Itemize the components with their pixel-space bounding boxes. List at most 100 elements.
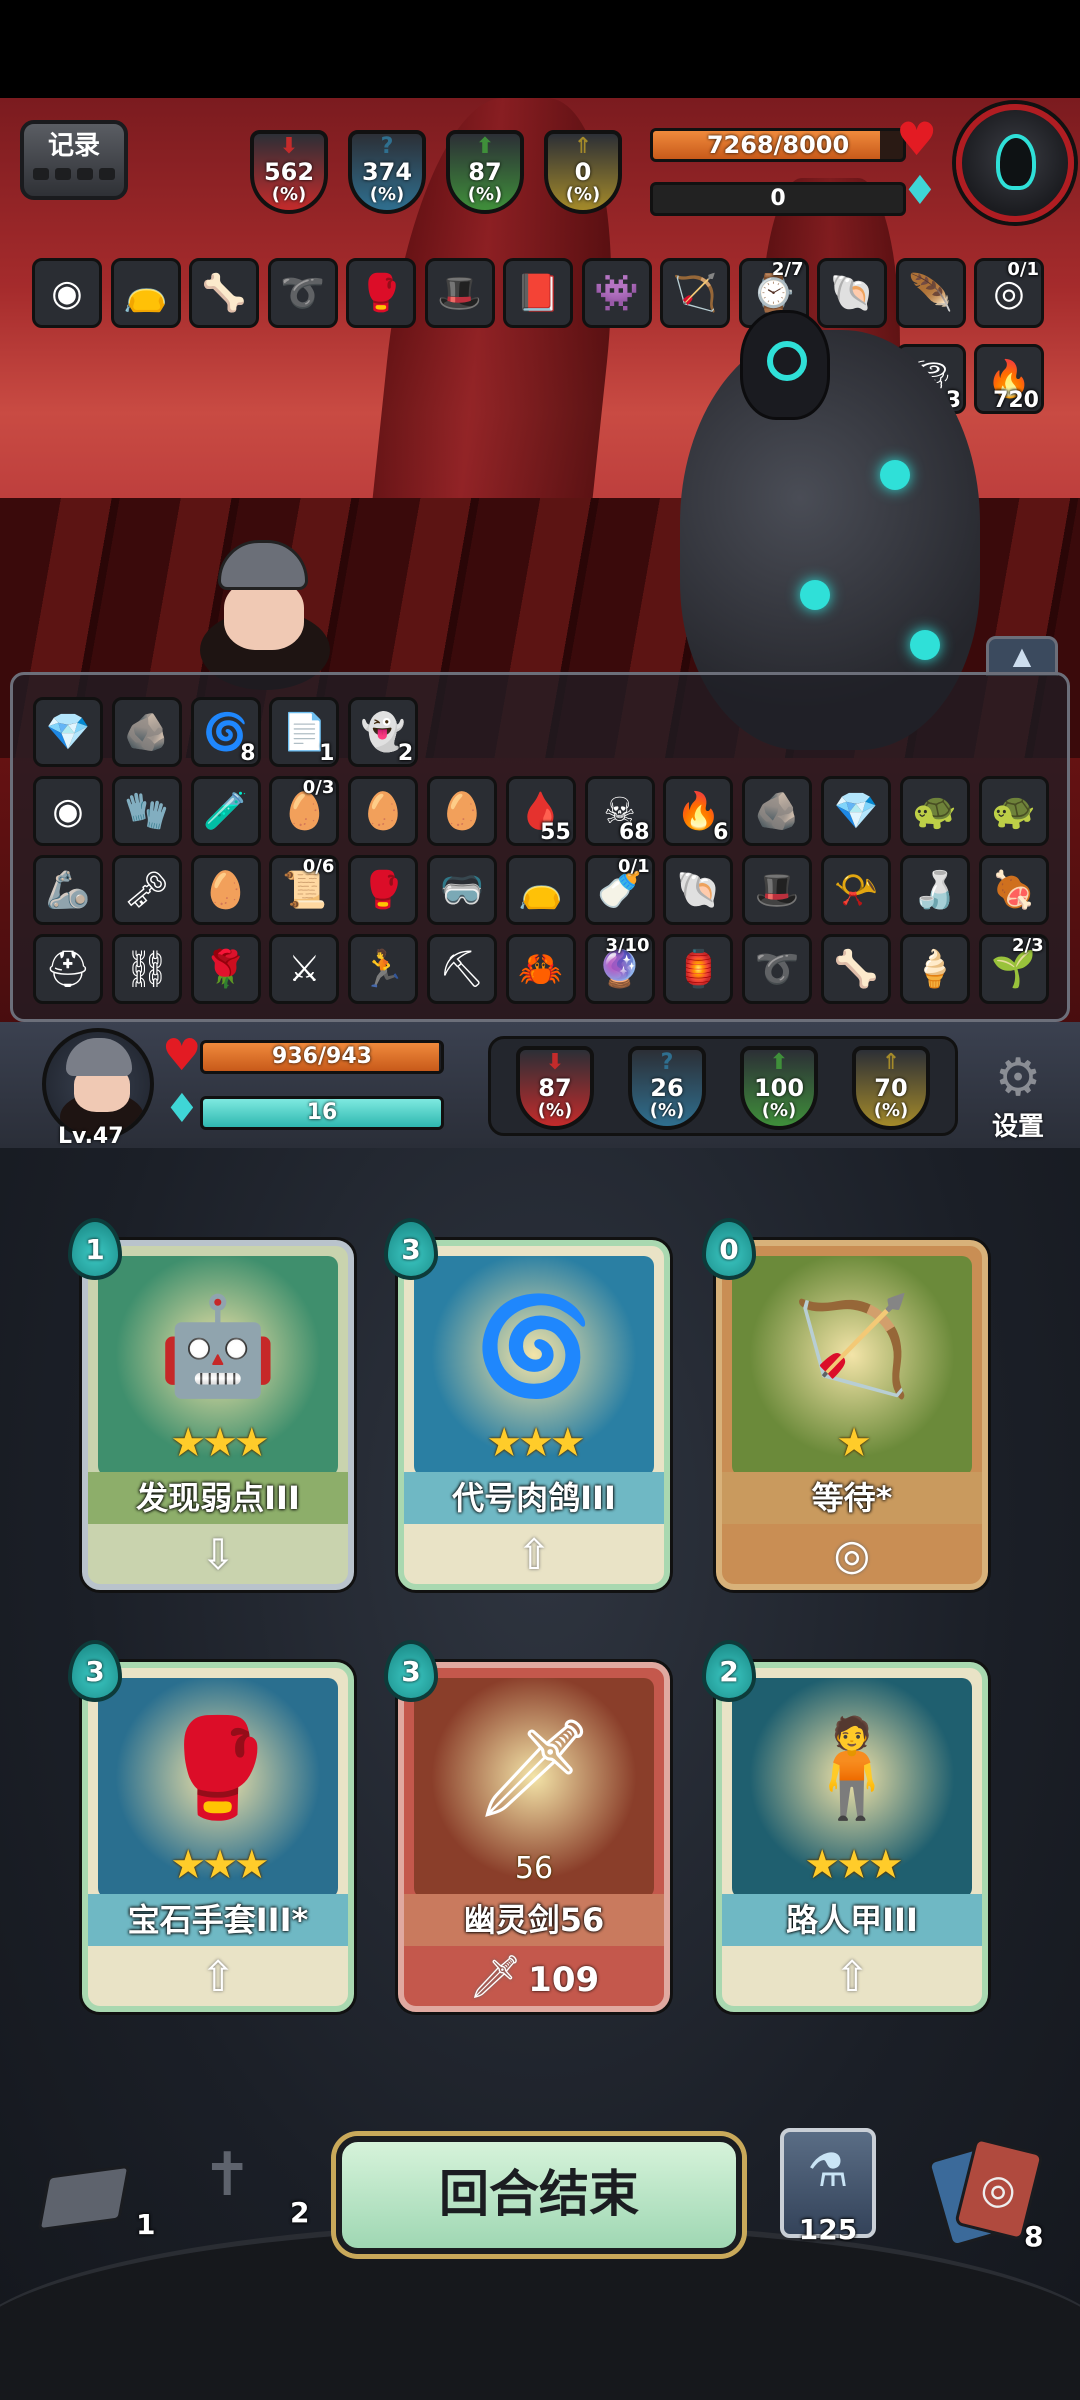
spiked-shell-slot[interactable]: 🐚 (817, 258, 887, 328)
player-stat-1[interactable]: ? 26 (%) (628, 1046, 706, 1130)
claw-slot[interactable]: 🩸 55 (505, 776, 576, 846)
paper-slot[interactable]: 📄 1 (269, 697, 340, 767)
pouch-slot[interactable]: 👝 (505, 855, 576, 925)
card-type: ⇧ (722, 1948, 982, 2006)
striped-egg-slot[interactable]: 🥚 (348, 776, 419, 846)
card-type: ⇩ (88, 1526, 348, 1584)
star-label: 56 (514, 1851, 554, 1886)
chain-skill-icon: ⛓ (123, 949, 170, 990)
chain-skill-slot[interactable]: ⛓ (111, 934, 182, 1004)
burn-slot[interactable]: 🔥 6 (663, 776, 734, 846)
card[interactable]: 🗡 56 幽灵剑56 🗡 109 (398, 1662, 670, 2012)
card[interactable]: 🧍 ★★★ 路人甲III ⇧ (716, 1662, 988, 2012)
purple-orb-slot[interactable]: ◉ (32, 258, 102, 328)
enemy-shield-text: 0 (770, 186, 786, 211)
pickaxe-skill-icon: ⛏ (439, 949, 485, 990)
pacifier-slot[interactable]: 🍼 0/1 (584, 855, 655, 925)
card-type: ⇧ (404, 1526, 664, 1584)
draw-pile-button[interactable]: 1 (37, 2160, 155, 2241)
hat-slot[interactable]: 🎩 (424, 258, 495, 328)
goggles-slot[interactable]: 🥽 (427, 855, 497, 925)
blue-potion-slot[interactable]: 🧪 (190, 776, 261, 846)
poison-skull-slot[interactable]: ☠ 68 (584, 776, 655, 846)
enemy-stat-0[interactable]: ⬇ 562 (%) (250, 130, 328, 214)
red-scroll-slot[interactable]: 📜 0/6 (269, 855, 340, 925)
slot-count: 6 (713, 820, 729, 845)
enemy-eye-icon (996, 134, 1036, 190)
record-button[interactable]: 记录 (20, 120, 128, 200)
red-creature-slot[interactable]: 👾 (581, 258, 652, 328)
card-type-icon: ⇧ (516, 1530, 552, 1579)
hat-slot[interactable]: 🎩 (742, 855, 813, 925)
rainbow-egg-slot[interactable]: 🥚 (427, 776, 497, 846)
rose-skill-slot[interactable]: 🌹 (190, 934, 261, 1004)
plant-slot[interactable]: 🌱 2/3 (978, 934, 1049, 1004)
amethyst-slot[interactable]: 🔮 3/10 (584, 934, 655, 1004)
player-stat-3[interactable]: ⇑ 70 (%) (852, 1046, 930, 1130)
crystal-slot[interactable]: 💎 (821, 776, 891, 846)
potion-deck-button[interactable]: ⚗ 125 (780, 2128, 876, 2246)
ghost-mask-slot[interactable]: 👻 2 (348, 697, 419, 767)
settings-button[interactable]: ⚙ 设置 (978, 1048, 1058, 1142)
meat-slot[interactable]: 🍖 (978, 855, 1049, 925)
star-rating: ★★★ (170, 1842, 270, 1888)
enemy-stat-2[interactable]: ⬆ 87 (%) (446, 130, 524, 214)
green-shell-slot[interactable]: 🐢 (978, 776, 1049, 846)
spiral-slot[interactable]: 🌀8 (190, 697, 261, 767)
purple-orb-slot[interactable]: ◉ (33, 776, 103, 846)
bone-slot[interactable]: 🦴 (189, 258, 259, 328)
end-turn-button[interactable]: 回合结束 (336, 2136, 742, 2254)
teal-eye-slot[interactable]: ◎ 0/1 (974, 258, 1044, 328)
potion-bottle-icon: ⚗ (807, 2143, 849, 2197)
feather-slot[interactable]: 🪶 (895, 258, 966, 328)
potion-bottle-slot[interactable]: 🍶 (899, 855, 970, 925)
slot-progress: 0/3 (302, 777, 335, 798)
pouch-slot[interactable]: 👝 (110, 258, 181, 328)
fire-slot[interactable]: 🔥 720 (974, 344, 1044, 414)
green-egg-slot[interactable]: 🥚 (190, 855, 261, 925)
runner-skill-slot[interactable]: 🏃 (348, 934, 419, 1004)
crossed-swords-skill-slot[interactable]: ⚔ (269, 934, 340, 1004)
gauntlet-slot[interactable]: 🦾 (33, 855, 103, 925)
red-egg-slot[interactable]: 🥚 0/3 (269, 776, 340, 846)
graveyard-button[interactable]: ✝ 2 (196, 2140, 309, 2240)
crystal-slot[interactable]: 💎 (33, 697, 103, 767)
stat-unit: (%) (649, 1100, 685, 1121)
card[interactable]: 🥊 ★★★ 宝石手套III* ⇧ (82, 1662, 354, 2012)
enemy-portrait[interactable] (956, 104, 1074, 222)
stat-unit: (%) (873, 1100, 909, 1121)
stone-tablet-slot[interactable]: 🪨 (111, 697, 182, 767)
slot-count: 8 (240, 741, 256, 766)
lantern-slot[interactable]: 🏮 (663, 934, 734, 1004)
stone-tablet-slot[interactable]: 🪨 (742, 776, 813, 846)
gear-icon: ⚙ (994, 1048, 1042, 1108)
crossbow-slot[interactable]: 🏹 (660, 258, 730, 328)
collapse-inventory-button[interactable]: ▲ (986, 636, 1058, 676)
horn-slot[interactable]: 📯 (821, 855, 891, 925)
bug-creature-slot[interactable]: 🦀 (505, 934, 576, 1004)
red-glove-slot[interactable]: 🧤 (111, 776, 182, 846)
shell-slot[interactable]: 🐚 (663, 855, 734, 925)
book-slot[interactable]: 📕 (503, 258, 573, 328)
card[interactable]: 🌀 ★★★ 代号肉鸽III ⇧ (398, 1240, 670, 1590)
cone-slot[interactable]: 🍦 (899, 934, 970, 1004)
pickaxe-skill-slot[interactable]: ⛏ (427, 934, 497, 1004)
pouch-icon: 👝 (518, 870, 564, 911)
player-stat-0[interactable]: ⬇ 87 (%) (516, 1046, 594, 1130)
bone-slot[interactable]: 🦴 (821, 934, 891, 1004)
stat-symbol-icon: ⬇ (279, 134, 299, 159)
card[interactable]: 🏹 ★ 等待* ◎ (716, 1240, 988, 1590)
whip-slot[interactable]: ➰ (267, 258, 338, 328)
enemy-stat-3[interactable]: ⇑ 0 (%) (544, 130, 622, 214)
helmet-skill-slot[interactable]: ⛑ (33, 934, 103, 1004)
boxing-glove-slot[interactable]: 🥊 (346, 258, 416, 328)
card[interactable]: 🤖 ★★★ 发现弱点III ⇩ (82, 1240, 354, 1590)
draw-pile-count: 1 (136, 2208, 156, 2241)
boxing-glove-slot[interactable]: 🥊 (348, 855, 419, 925)
discard-pile-button[interactable]: ◎ 8 (926, 2134, 1060, 2254)
player-stat-2[interactable]: ⬆ 100 (%) (740, 1046, 818, 1130)
golden-key-slot[interactable]: 🗝 (111, 855, 182, 925)
enemy-stat-1[interactable]: ? 374 (%) (348, 130, 426, 214)
whip-slot[interactable]: ➰ (742, 934, 813, 1004)
green-shell-slot[interactable]: 🐢 (899, 776, 970, 846)
